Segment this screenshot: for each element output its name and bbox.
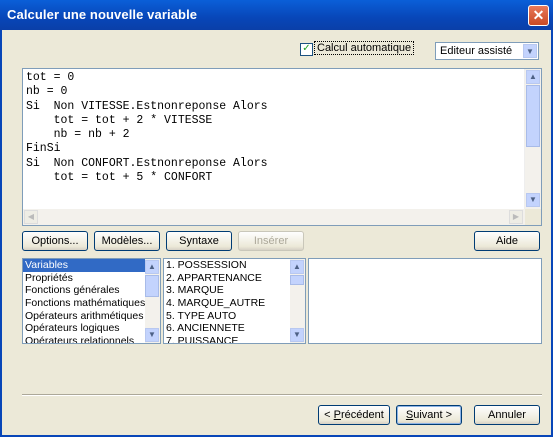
category-list[interactable]: Variables Propriétés Fonctions générales Fo… (22, 258, 161, 344)
category-item[interactable]: Propriétés (23, 272, 160, 285)
formula-code[interactable]: tot = 0 nb = 0 Si Non VITESSE.Estnonrepo… (26, 71, 268, 185)
scroll-down-icon[interactable]: ▼ (145, 328, 159, 342)
variable-item[interactable]: 3. MARQUE (164, 284, 305, 297)
scroll-thumb[interactable] (526, 85, 540, 147)
category-item[interactable]: Variables (23, 259, 160, 272)
editor-mode-select[interactable]: Editeur assisté ▼ (435, 42, 539, 60)
next-label: uivant > (413, 409, 453, 421)
cancel-button[interactable]: Annuler (474, 405, 540, 425)
scroll-down-icon[interactable]: ▼ (526, 193, 540, 207)
category-item[interactable]: Opérateurs arithmétiques (23, 310, 160, 323)
category-item[interactable]: Fonctions mathématiques (23, 297, 160, 310)
models-button[interactable]: Modèles... (94, 231, 160, 251)
variable-item[interactable]: 2. APPARTENANCE (164, 272, 305, 285)
scroll-thumb[interactable] (145, 275, 159, 297)
scroll-corner (525, 209, 541, 225)
editor-vertical-scrollbar[interactable]: ▲ ▼ (524, 69, 541, 209)
previous-prefix: < (324, 409, 334, 421)
options-button[interactable]: Options... (22, 231, 88, 251)
close-icon: ✕ (532, 7, 545, 23)
title-bar: Calculer une nouvelle variable ✕ (0, 0, 553, 30)
auto-calc-label[interactable]: Calcul automatique (314, 41, 415, 55)
scroll-up-icon[interactable]: ▲ (145, 260, 159, 274)
category-item[interactable]: Opérateurs logiques (23, 322, 160, 335)
editor-mode-value: Editeur assisté (440, 45, 513, 57)
scroll-thumb[interactable] (290, 275, 304, 285)
category-scrollbar[interactable]: ▲ ▼ (145, 259, 160, 343)
formula-editor[interactable]: tot = 0 nb = 0 Si Non VITESSE.Estnonrepo… (22, 68, 542, 226)
window-title: Calculer une nouvelle variable (7, 7, 198, 22)
variable-items: 1. POSSESSION 2. APPARTENANCE 3. MARQUE 4. … (164, 259, 305, 343)
variable-item[interactable]: 5. TYPE AUTO (164, 310, 305, 323)
next-button[interactable]: Suivant > (396, 405, 462, 425)
description-panel (308, 258, 542, 344)
scroll-left-icon[interactable]: ◀ (24, 210, 38, 224)
variable-item[interactable]: 4. MARQUE_AUTRE (164, 297, 305, 310)
chevron-down-icon[interactable]: ▼ (523, 44, 537, 58)
scroll-right-icon[interactable]: ▶ (509, 210, 523, 224)
auto-calc-checkbox[interactable]: ✓ (300, 43, 313, 56)
scroll-up-icon[interactable]: ▲ (526, 70, 540, 84)
category-item[interactable]: Opérateurs relationnels (23, 335, 160, 343)
variable-scrollbar[interactable]: ▲ ▼ (290, 259, 305, 343)
scroll-up-icon[interactable]: ▲ (290, 260, 304, 274)
editor-horizontal-scrollbar[interactable]: ◀ ▶ (23, 209, 525, 225)
previous-button[interactable]: < Précédent (318, 405, 390, 425)
check-icon: ✓ (302, 43, 311, 54)
syntax-button[interactable]: Syntaxe (166, 231, 232, 251)
close-button[interactable]: ✕ (528, 5, 549, 26)
help-button[interactable]: Aide (474, 231, 540, 251)
variable-item[interactable]: 1. POSSESSION (164, 259, 305, 272)
insert-button[interactable]: Insérer (238, 231, 304, 251)
scroll-down-icon[interactable]: ▼ (290, 328, 304, 342)
previous-label: récédent (341, 409, 384, 421)
previous-accesskey: P (333, 409, 341, 421)
footer-separator (22, 394, 542, 396)
variable-item[interactable]: 6. ANCIENNETE (164, 322, 305, 335)
variable-list[interactable]: 1. POSSESSION 2. APPARTENANCE 3. MARQUE 4. … (163, 258, 306, 344)
category-item[interactable]: Fonctions générales (23, 284, 160, 297)
variable-item[interactable]: 7. PUISSANCE (164, 335, 305, 343)
category-items: Variables Propriétés Fonctions générales Fo… (23, 259, 160, 343)
